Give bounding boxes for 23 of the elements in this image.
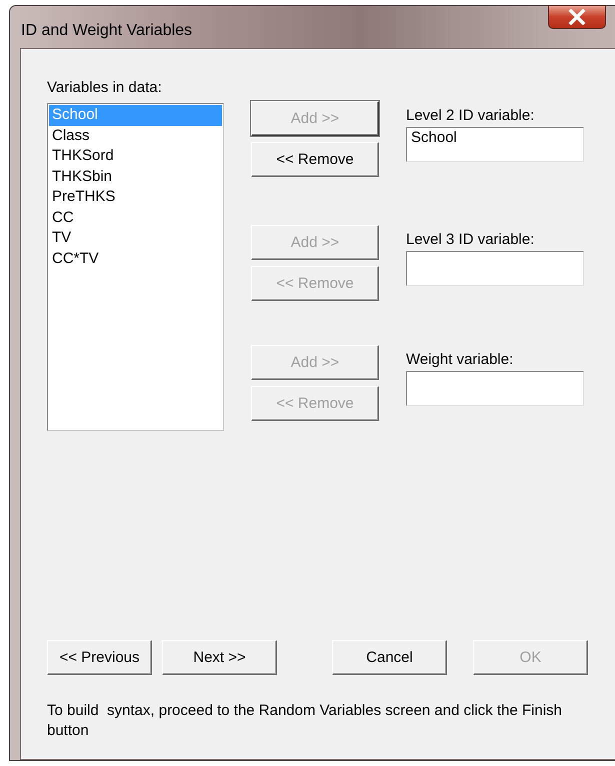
field-label: Level 2 ID variable: [406, 107, 536, 124]
list-item[interactable]: Class [49, 126, 222, 146]
input-field[interactable]: School [406, 127, 584, 162]
list-label: Variables in data: [47, 79, 163, 96]
window-title: ID and Weight Variables [21, 22, 192, 40]
field-label: Level 3 ID variable: [406, 231, 536, 248]
hint-text: To build syntax, proceed to the Random Variables screen and click the Finish button [47, 701, 563, 741]
list-item[interactable]: THKSord [49, 146, 222, 166]
close-button[interactable] [548, 5, 606, 29]
input-field[interactable] [406, 251, 584, 286]
field-label: Weight variable: [406, 351, 514, 368]
list-item[interactable]: TV [49, 228, 222, 248]
list-item[interactable]: PreTHKS [49, 187, 222, 208]
close-icon [567, 9, 587, 25]
push-button[interactable]: Next >> [162, 640, 277, 675]
list-item[interactable]: THKSbin [49, 166, 222, 187]
push-button[interactable]: Cancel [332, 640, 447, 675]
push-button[interactable]: << Remove [251, 142, 379, 177]
list-item[interactable]: CC [49, 208, 222, 228]
variable-list[interactable]: School Class THKSord THKSbin PreTHKS CC TV CC*TV [47, 103, 224, 431]
input-field[interactable] [406, 371, 584, 406]
push-button[interactable]: << Previous [47, 640, 152, 675]
list-item[interactable]: CC*TV [49, 248, 222, 269]
